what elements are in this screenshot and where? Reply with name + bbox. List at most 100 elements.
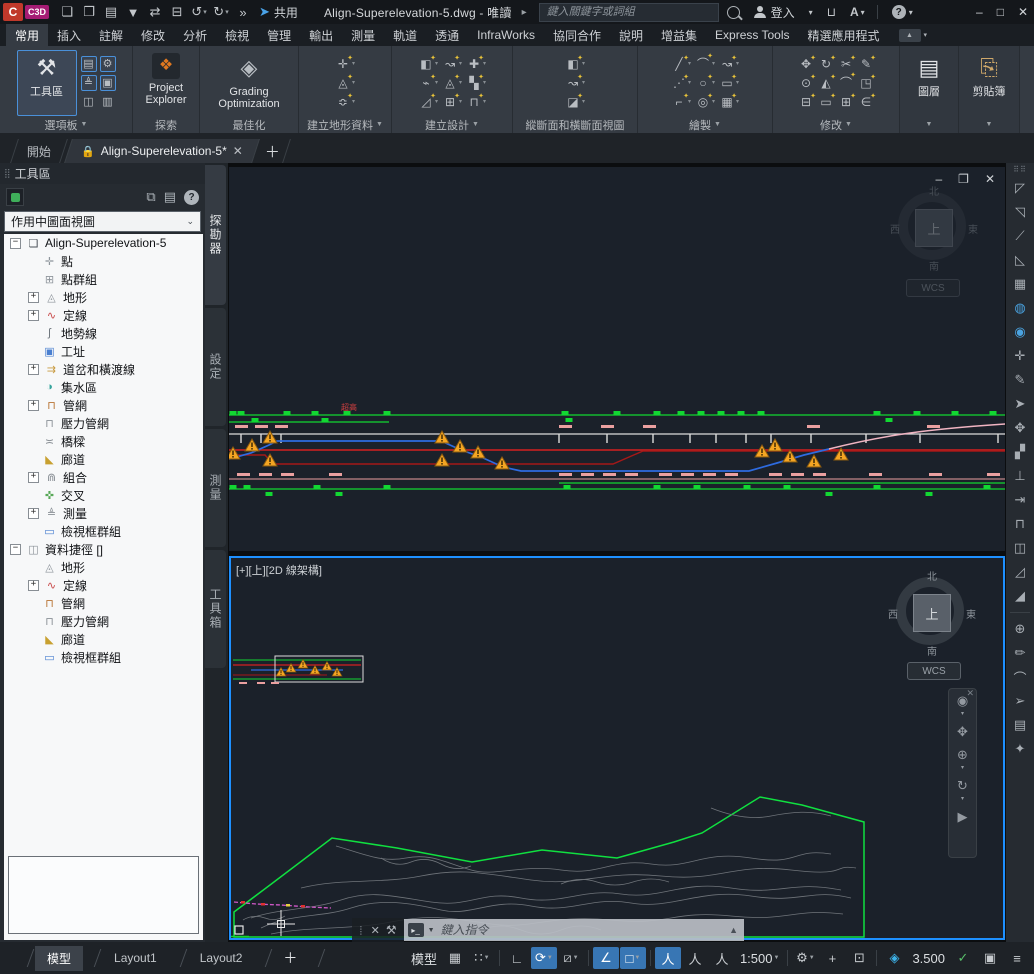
draw-panel-label[interactable]: 繪製 — [689, 117, 711, 133]
right-toolbar-grip[interactable]: ⠿⠿ — [1013, 165, 1027, 174]
polar-tracking-icon[interactable]: ⟳▼ — [531, 947, 557, 969]
modify-tool-icon-8[interactable]: ⊟✦ — [798, 93, 814, 110]
viewport-close-icon[interactable]: ✕ — [985, 172, 995, 186]
tree-item-drawing-0[interactable]: −❏Align-Superelevation-5 — [4, 234, 203, 252]
help-search-input[interactable] — [545, 5, 713, 19]
design-tool-icon-4[interactable]: ◬✦▾ — [442, 74, 462, 91]
viewport-restore-icon[interactable]: ❐ — [958, 172, 969, 186]
point-annotate-icon[interactable]: ✎ — [1009, 370, 1031, 390]
ribbon-tab-1[interactable]: 插入 — [48, 24, 90, 46]
ribbon-tab-6[interactable]: 管理 — [258, 24, 300, 46]
design-tool-icon-5[interactable]: ▚✦▾ — [466, 74, 486, 91]
help-search-box[interactable] — [539, 3, 719, 22]
optimize-panel-label[interactable]: 最佳化 — [233, 117, 266, 133]
label-move-icon[interactable]: ⇥ — [1009, 490, 1031, 510]
sample-lines-icon[interactable]: ⟋ — [1009, 226, 1031, 246]
section-sketch-icon[interactable]: ⌒ — [1009, 667, 1031, 687]
palettes-panel-label[interactable]: 選項板 — [45, 117, 78, 133]
surface-edit-icon[interactable]: ▞ — [1009, 442, 1031, 462]
window-close-button[interactable]: ✕ — [1018, 5, 1028, 19]
design-tool-icon-0[interactable]: ◧✦▾ — [418, 55, 438, 72]
tree-item-assemblies-13[interactable]: +⋒組合 — [4, 468, 203, 486]
monitor-palette-icon[interactable]: ▥ — [100, 94, 116, 110]
object-snap-icon[interactable]: □▼ — [620, 947, 646, 969]
draw-tool-icon-1[interactable]: ⌒✦▾ — [695, 55, 715, 72]
modify-tool-icon-6[interactable]: ⌒✦ — [838, 74, 854, 91]
workspace-switching-icon[interactable]: ⚙▼ — [792, 947, 818, 969]
label-flip-icon[interactable]: ⊥ — [1009, 466, 1031, 486]
file-tab-close-icon[interactable]: ✕ — [233, 144, 243, 158]
ribbon-tab-4[interactable]: 分析 — [174, 24, 216, 46]
model-space-button[interactable]: 模型 — [407, 947, 441, 969]
ribbon-tab-2[interactable]: 註解 — [90, 24, 132, 46]
toolspace-button[interactable]: ⚒ 工具區 — [17, 50, 77, 116]
orbit-icon[interactable]: ↻ — [957, 778, 968, 794]
ribbon-collapse-icon[interactable]: ▲ — [899, 29, 921, 42]
title-expand-icon[interactable]: ▸ — [522, 7, 527, 18]
annotation-autoscale-icon[interactable]: 人 — [682, 947, 708, 969]
compass-icon[interactable]: ⊕ — [1009, 619, 1031, 639]
graphics-performance-icon[interactable]: ✓ — [950, 947, 976, 969]
tree-item-intersections-14[interactable]: ✜交叉 — [4, 486, 203, 504]
draw-tool-icon-3[interactable]: ⋰✦▾ — [671, 74, 691, 91]
properties-palette-icon[interactable]: ▤ — [81, 56, 97, 72]
ribbon-collapse-caret-icon[interactable]: ▾ — [924, 31, 928, 39]
modify-tool-icon-9[interactable]: ▭✦ — [818, 93, 834, 110]
tree-expander-icon[interactable]: − — [10, 238, 21, 249]
navigation-wheel-icon-caret[interactable]: ▾ — [961, 710, 964, 717]
recent-commands-caret-icon[interactable]: ▼ — [428, 927, 435, 934]
draw-tool-icon-2[interactable]: ↝✦▾ — [719, 55, 739, 72]
design-tool-icon-2[interactable]: ✚✦▾ — [466, 55, 486, 72]
viewcube-top[interactable]: 上 北 南 西 東 — [891, 185, 977, 271]
ribbon-tab-9[interactable]: 軌道 — [384, 24, 426, 46]
annotation-brush-icon[interactable]: ✏ — [1009, 643, 1031, 663]
navbar-close-icon[interactable]: ✕ — [966, 688, 974, 699]
style-sparkle-icon[interactable]: ✦ — [1009, 739, 1031, 759]
tree-expander-icon[interactable]: + — [28, 364, 39, 375]
modify-tool-icon-5[interactable]: ◭✦ — [818, 74, 834, 91]
new-drawing-tab-button[interactable]: ＋ — [256, 139, 291, 163]
side-tab-0[interactable]: 探勘器 — [205, 165, 226, 305]
tree-item-bridges-11[interactable]: ≍橋樑 — [4, 432, 203, 450]
tree-item-view-frame-groups-16[interactable]: ▭檢視框群組 — [4, 522, 203, 540]
bottom-viewport-active[interactable]: [+][上][2D 線架構] 上 北 南 西 東 WCS ✕◉▾✥⊕▾↻▾▶ — [229, 556, 1005, 940]
tree-item-pressure-networks-21[interactable]: ⊓壓力管網 — [4, 612, 203, 630]
help-icon[interactable]: ?▾ — [892, 5, 913, 19]
navigation-bar[interactable]: ✕◉▾✥⊕▾↻▾▶ — [948, 688, 977, 858]
tree-item-pipe-networks-20[interactable]: ⊓管網 — [4, 594, 203, 612]
grid-display-icon[interactable]: ▦ — [442, 947, 468, 969]
zoom-icon[interactable]: ⊕ — [957, 747, 968, 763]
ribbon-tab-0[interactable]: 常用 — [6, 24, 48, 46]
section-view-icon[interactable]: ◹ — [1009, 202, 1031, 222]
tree-expander-icon[interactable]: − — [10, 544, 21, 555]
item-view-toggle-icon[interactable]: ▤ — [164, 189, 176, 205]
clean-screen-icon[interactable]: ▣ — [977, 947, 1003, 969]
data-shortcut-link-icon[interactable]: ⧉ — [146, 189, 155, 205]
ribbon-tab-7[interactable]: 輸出 — [300, 24, 342, 46]
more-commands-icon[interactable]: » — [233, 2, 253, 22]
clipboard-button[interactable]: ⎘ 剪貼簿 — [964, 51, 1014, 115]
autodesk-app-icon[interactable]: A ▾ — [850, 5, 865, 19]
user-avatar-icon[interactable] — [754, 6, 766, 18]
ribbon-tab-15[interactable]: Express Tools — [706, 24, 798, 46]
ribbon-tab-13[interactable]: 說明 — [610, 24, 652, 46]
layout-tab-Layout1[interactable]: Layout1 — [102, 947, 169, 969]
quick-profile-icon[interactable]: ◺ — [1009, 250, 1031, 270]
ribbon-tab-5[interactable]: 檢視 — [216, 24, 258, 46]
tree-item-view-frame-groups-23[interactable]: ▭檢視框群組 — [4, 648, 203, 666]
pan-icon[interactable]: ✥ — [957, 724, 968, 740]
settings-palette-icon[interactable]: ⚙ — [100, 56, 116, 72]
command-history-caret-icon[interactable]: ▲ — [729, 925, 740, 935]
app-logo-icon[interactable]: C — [3, 3, 23, 21]
pipe-tools-icon[interactable]: ⊓ — [1009, 514, 1031, 534]
ribbon-tab-12[interactable]: 協同合作 — [544, 24, 610, 46]
window-minimize-button[interactable]: – — [976, 5, 983, 19]
ribbon-tab-3[interactable]: 修改 — [132, 24, 174, 46]
transfer-icon[interactable]: ⇄ — [145, 2, 165, 22]
signin-caret-icon[interactable]: ▾ — [809, 8, 813, 17]
command-input[interactable] — [439, 922, 726, 938]
ribbon-tab-8[interactable]: 測量 — [342, 24, 384, 46]
grading-optimization-button[interactable]: ◈ Grading Optimization — [205, 51, 293, 115]
toolspace-help-icon[interactable]: ? — [184, 190, 199, 205]
tree-item-feature-lines-5[interactable]: ʃ地勢線 — [4, 324, 203, 342]
